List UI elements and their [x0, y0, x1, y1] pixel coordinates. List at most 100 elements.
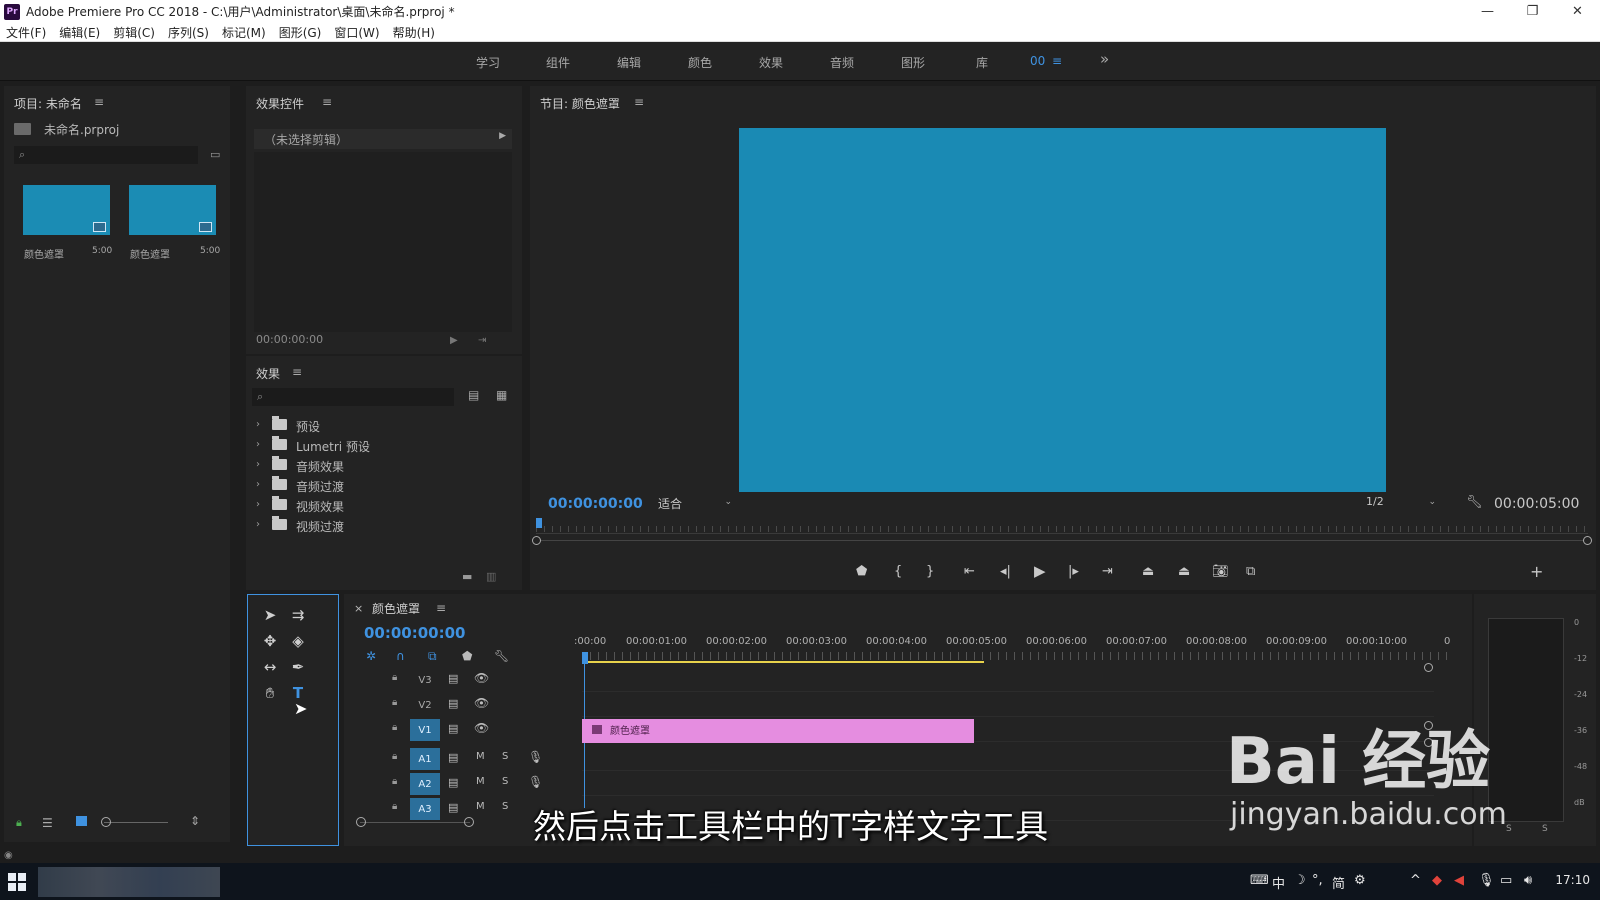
ime-mode[interactable]: 简 [1332, 873, 1345, 892]
chevron-right-icon[interactable]: › [256, 439, 260, 450]
close-tab-icon[interactable]: × [354, 602, 363, 615]
effects-folder-audio-transitions[interactable]: › 音频过渡 [256, 476, 516, 496]
add-marker-icon[interactable]: ⬟ [856, 564, 867, 579]
selection-tool-icon[interactable]: ➤ [258, 603, 282, 627]
clock[interactable]: 17:10 [1555, 873, 1590, 887]
track-select-tool-icon[interactable]: ⇉ [286, 603, 310, 627]
new-bin-icon[interactable]: ▭ [210, 148, 220, 161]
program-current-timecode[interactable]: 00:00:00:00 [548, 496, 643, 512]
minimize-button[interactable]: — [1465, 0, 1510, 23]
solo-button[interactable]: S [502, 751, 508, 762]
accelerated-effects-icon[interactable]: ▤ [468, 388, 479, 402]
lock-icon[interactable]: 🔒︎ [16, 816, 22, 830]
timeline-playhead[interactable] [582, 652, 588, 664]
sort-icon[interactable]: ⇕ [190, 814, 200, 828]
maximize-button[interactable]: ❐ [1510, 0, 1555, 23]
icon-view-icon[interactable] [76, 816, 87, 826]
panel-menu-icon[interactable]: ≡ [634, 95, 644, 109]
menu-edit[interactable]: 编辑(E) [59, 24, 100, 41]
timeline-zoom-bar[interactable] [360, 822, 470, 823]
keyboard-icon[interactable]: ⌨ [1250, 873, 1269, 888]
chevron-up-icon[interactable]: ^ [1410, 873, 1421, 888]
slip-tool-icon[interactable]: ↔ [258, 655, 282, 679]
program-time-ruler[interactable] [536, 518, 1588, 534]
step-forward-icon[interactable]: |▸ [1068, 564, 1079, 579]
workspace-audio[interactable]: 音频 [830, 54, 854, 71]
effects-folder-lumetri[interactable]: › Lumetri 预设 [256, 436, 516, 456]
program-monitor-title[interactable]: 节目: 颜色遮罩 [540, 95, 620, 112]
eye-icon[interactable]: 👁︎ [474, 721, 489, 735]
hand-tool-icon[interactable]: ✋︎ [258, 681, 282, 705]
tray-app-icon[interactable]: ◀ [1454, 873, 1464, 888]
menu-clip[interactable]: 剪辑(C) [113, 24, 155, 41]
tray-app-icon[interactable]: ◆ [1432, 873, 1442, 888]
volume-icon[interactable]: 🔊︎ [1524, 873, 1532, 888]
mute-button[interactable]: M [476, 751, 485, 762]
sync-lock-icon[interactable]: ▤ [448, 722, 458, 735]
workspace-menu-icon[interactable]: ≡ [1052, 54, 1062, 68]
mark-out-icon[interactable]: } [926, 564, 934, 579]
export-icon[interactable]: ⇥ [478, 335, 486, 346]
track-lane[interactable] [582, 693, 1434, 717]
add-button-icon[interactable]: + [1530, 562, 1543, 581]
eye-icon[interactable]: 👁︎ [474, 671, 489, 685]
sequence-tab[interactable]: 颜色遮罩 [372, 600, 420, 617]
zoom-handle-left[interactable] [356, 817, 366, 827]
effects-folder-video-effects[interactable]: › 视频效果 [256, 496, 516, 516]
workspace-overflow-icon[interactable]: » [1100, 50, 1109, 68]
workspace-libraries[interactable]: 库 [976, 54, 988, 71]
list-view-icon[interactable]: ☰ [42, 816, 53, 830]
effects-folder-audio-effects[interactable]: › 音频效果 [256, 456, 516, 476]
zoom-handle-right[interactable] [464, 817, 474, 827]
effects-folder-video-transitions[interactable]: › 视频过渡 [256, 516, 516, 536]
workspace-color[interactable]: 颜色 [688, 54, 712, 71]
wrench-icon[interactable]: 🔧︎ [1466, 495, 1483, 510]
wrench-icon[interactable]: 🔧︎ [494, 649, 509, 663]
workspace-editing[interactable]: 编辑 [617, 54, 641, 71]
lock-icon[interactable]: 🔒︎ [392, 722, 397, 733]
track-name[interactable]: A3 [410, 798, 440, 820]
solo-right-button[interactable]: S [1542, 824, 1548, 834]
effects-search-input[interactable]: ⌕ [252, 388, 454, 406]
program-zoom-scrollbar[interactable] [532, 536, 1592, 545]
workspace-learn[interactable]: 学习 [476, 54, 500, 71]
chevron-right-icon[interactable]: › [256, 499, 260, 510]
menu-graphics[interactable]: 图形(G) [279, 24, 322, 41]
chevron-right-icon[interactable]: › [256, 479, 260, 490]
program-video-frame[interactable] [739, 128, 1386, 492]
mute-button[interactable]: M [476, 776, 485, 787]
zoom-slider[interactable] [104, 822, 168, 823]
workspace-current[interactable]: 00 [1030, 54, 1045, 68]
razor-tool-icon[interactable]: ◈ [286, 629, 310, 653]
sync-lock-icon[interactable]: ▤ [448, 672, 458, 685]
mark-in-icon[interactable]: { [894, 564, 902, 579]
track-name[interactable]: A1 [410, 748, 440, 770]
compare-view-icon[interactable]: ⧉ [1246, 564, 1255, 579]
camera-icon[interactable]: 📷︎ [1212, 564, 1229, 579]
workspace-effects[interactable]: 效果 [759, 54, 783, 71]
project-item-thumbnail[interactable] [129, 185, 216, 235]
sync-lock-icon[interactable]: ▤ [448, 751, 458, 764]
menu-help[interactable]: 帮助(H) [393, 24, 435, 41]
trash-icon[interactable]: ▥ [486, 570, 496, 583]
go-to-in-icon[interactable]: ⇤ [964, 564, 975, 579]
effect-controls-title[interactable]: 效果控件 [256, 95, 304, 112]
network-icon[interactable]: ▭ [1500, 873, 1512, 888]
triangle-right-icon[interactable]: ▶ [499, 131, 506, 141]
project-item-thumbnail[interactable] [23, 185, 110, 235]
panel-menu-icon[interactable]: ≡ [322, 95, 332, 109]
extract-icon[interactable]: ⏏ [1178, 564, 1190, 579]
microphone-icon[interactable]: 🎙︎ [528, 775, 543, 789]
chevron-right-icon[interactable]: › [256, 459, 260, 470]
moon-icon[interactable]: ☽ [1294, 873, 1306, 888]
close-button[interactable]: ✕ [1555, 0, 1600, 23]
solo-button[interactable]: S [502, 801, 508, 812]
zoom-slider-knob[interactable] [101, 817, 111, 827]
sync-lock-icon[interactable]: ▤ [448, 801, 458, 814]
panel-menu-icon[interactable]: ≡ [94, 95, 104, 109]
panel-menu-icon[interactable]: ≡ [292, 365, 302, 379]
effects-folder-presets[interactable]: › 预设 [256, 416, 516, 436]
linked-selection-icon[interactable]: ⧉ [428, 649, 437, 664]
workspace-graphics[interactable]: 图形 [901, 54, 925, 71]
nest-icon[interactable]: ✲ [366, 649, 376, 663]
